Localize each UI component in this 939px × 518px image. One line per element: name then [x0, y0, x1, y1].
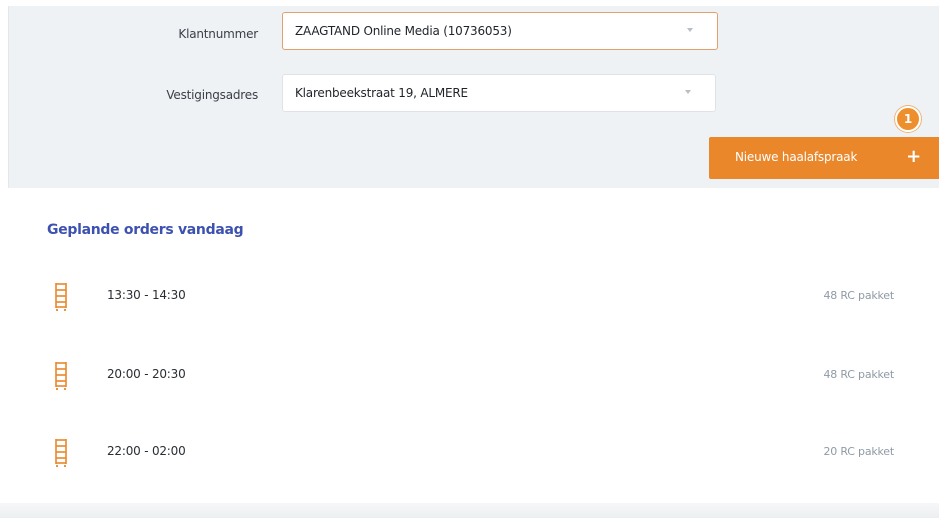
new-pickup-label: Nieuwe haalafspraak	[735, 150, 858, 164]
order-time: 22:00 - 02:00	[107, 444, 186, 458]
bottom-edge	[0, 503, 939, 518]
roll-container-icon	[55, 439, 67, 467]
order-quantity: 20 RC pakket	[823, 445, 894, 458]
roll-container-icon	[55, 362, 67, 390]
list-item[interactable]: 22:00 - 02:00 20 RC pakket	[0, 437, 939, 467]
list-item[interactable]: 13:30 - 14:30 48 RC pakket	[0, 281, 939, 311]
customer-number-value: ZAAGTAND Online Media (10736053)	[295, 24, 512, 38]
order-quantity: 48 RC pakket	[823, 368, 894, 381]
customer-number-select[interactable]: ZAAGTAND Online Media (10736053)	[282, 12, 718, 50]
list-item[interactable]: 20:00 - 20:30 48 RC pakket	[0, 360, 939, 390]
step-badge: 1	[895, 106, 921, 132]
order-time: 13:30 - 14:30	[107, 288, 186, 302]
branch-address-select[interactable]: Klarenbeekstraat 19, ALMERE	[282, 74, 716, 112]
pickup-planner-page: Klantnummer ZAAGTAND Online Media (10736…	[0, 0, 939, 518]
section-title: Geplande orders vandaag	[47, 222, 244, 238]
order-quantity: 48 RC pakket	[823, 289, 894, 302]
branch-address-value: Klarenbeekstraat 19, ALMERE	[295, 86, 468, 100]
chevron-down-icon	[687, 28, 693, 32]
roll-container-icon	[55, 283, 67, 311]
order-time: 20:00 - 20:30	[107, 367, 186, 381]
new-pickup-button[interactable]: Nieuwe haalafspraak +	[709, 137, 939, 179]
plus-icon: +	[906, 146, 921, 167]
customer-number-label: Klantnummer	[178, 27, 258, 41]
chevron-down-icon	[685, 90, 691, 94]
branch-address-label: Vestigingsadres	[166, 88, 258, 102]
